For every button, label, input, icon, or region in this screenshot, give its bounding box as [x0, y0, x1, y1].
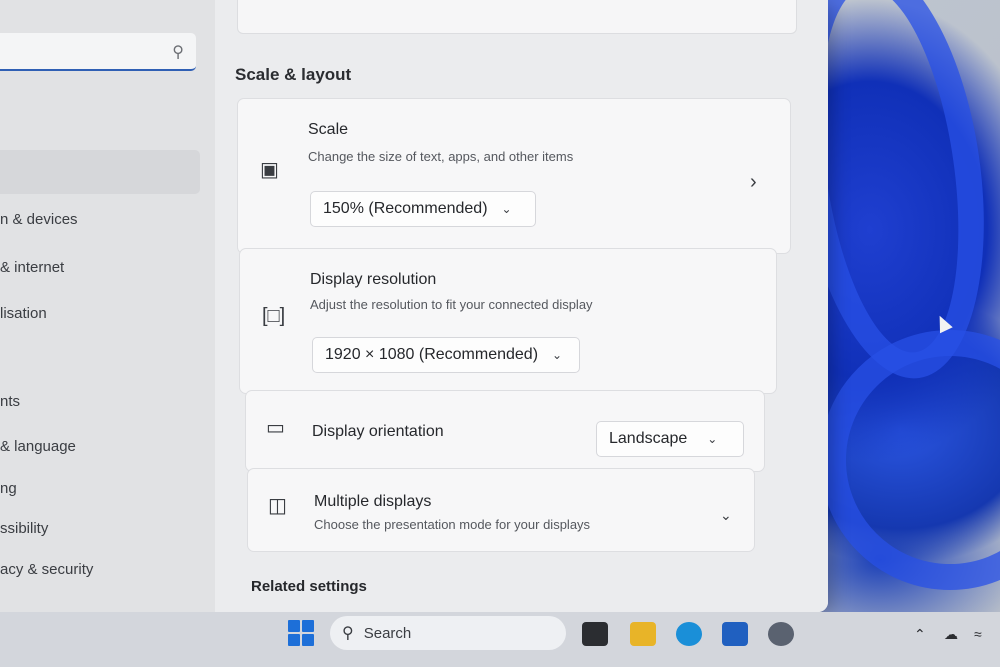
scale-title: Scale [308, 121, 349, 138]
sidebar-item-privacy-security[interactable]: acy & security [0, 561, 93, 578]
resolution-icon: [□] [262, 305, 286, 327]
display-resolution-value: 1920 × 1080 (Recommended) [325, 346, 539, 363]
previous-setting-card[interactable] [237, 0, 797, 34]
taskbar: ⚲ Search ⌃ ☁ ≈ [0, 612, 1000, 667]
windows-start-icon[interactable] [288, 620, 314, 646]
display-resolution-card: [□] Display resolution Adjust the resolu… [239, 248, 777, 394]
sidebar-item-system-selected[interactable] [0, 150, 200, 194]
chevron-down-icon: ⌄ [501, 202, 512, 216]
sidebar-item-personalisation[interactable]: lisation [0, 305, 47, 322]
display-orientation-dropdown[interactable]: Landscape ⌄ [596, 421, 744, 457]
file-explorer-icon[interactable] [630, 622, 656, 646]
sidebar: ⚲ n & devices & internet lisation nts & … [0, 0, 215, 612]
display-resolution-dropdown[interactable]: 1920 × 1080 (Recommended) ⌄ [312, 337, 580, 373]
wifi-icon[interactable]: ≈ [974, 626, 982, 642]
chevron-right-icon[interactable]: › [750, 171, 757, 194]
sidebar-item-accessibility[interactable]: ssibility [0, 520, 48, 537]
orientation-icon: ▭ [266, 417, 285, 439]
chevron-down-icon[interactable]: ⌄ [720, 507, 732, 524]
display-orientation-title: Display orientation [312, 423, 444, 440]
multiple-displays-title: Multiple displays [314, 493, 432, 510]
sidebar-item-time-language[interactable]: & language [0, 438, 76, 455]
sidebar-item-network[interactable]: & internet [0, 259, 64, 276]
chevron-down-icon: ⌄ [552, 348, 563, 362]
cloud-icon[interactable]: ☁ [944, 626, 958, 643]
multiple-displays-card[interactable]: ◫ Multiple displays Choose the presentat… [247, 468, 755, 552]
sidebar-item-devices[interactable]: n & devices [0, 211, 78, 228]
scale-icon: ▣ [260, 159, 279, 181]
scale-card[interactable]: ▣ Scale Change the size of text, apps, a… [237, 98, 791, 254]
taskbar-search-label: Search [363, 624, 412, 642]
sidebar-item-gaming[interactable]: ng [0, 480, 17, 497]
main-content: Scale & layout ▣ Scale Change the size o… [215, 0, 828, 612]
search-icon: ⚲ [342, 625, 354, 642]
scale-description: Change the size of text, apps, and other… [308, 149, 574, 164]
scale-dropdown-value: 150% (Recommended) [323, 200, 488, 217]
display-orientation-card: ▭ Display orientation Landscape ⌄ [245, 390, 765, 472]
store-icon[interactable] [722, 622, 748, 646]
task-view-icon[interactable] [582, 622, 608, 646]
taskbar-search-box[interactable]: ⚲ Search [330, 616, 566, 650]
chevron-up-icon[interactable]: ⌃ [914, 626, 926, 643]
chevron-down-icon: ⌄ [707, 432, 718, 446]
search-icon: ⚲ [172, 44, 184, 61]
settings-search-input[interactable]: ⚲ [0, 33, 196, 71]
edge-browser-icon[interactable] [676, 622, 702, 646]
section-title: Scale & layout [235, 65, 352, 84]
settings-gear-icon[interactable] [768, 622, 794, 646]
multiple-displays-description: Choose the presentation mode for your di… [314, 517, 591, 532]
scale-dropdown[interactable]: 150% (Recommended) ⌄ [310, 191, 536, 227]
sidebar-item-accounts[interactable]: nts [0, 393, 20, 410]
related-settings-heading: Related settings [251, 578, 367, 595]
display-resolution-description: Adjust the resolution to fit your connec… [310, 297, 593, 312]
settings-window: ⚲ n & devices & internet lisation nts & … [0, 0, 828, 612]
display-orientation-value: Landscape [609, 430, 688, 447]
display-resolution-title: Display resolution [310, 271, 437, 288]
multiple-displays-icon: ◫ [268, 495, 287, 517]
